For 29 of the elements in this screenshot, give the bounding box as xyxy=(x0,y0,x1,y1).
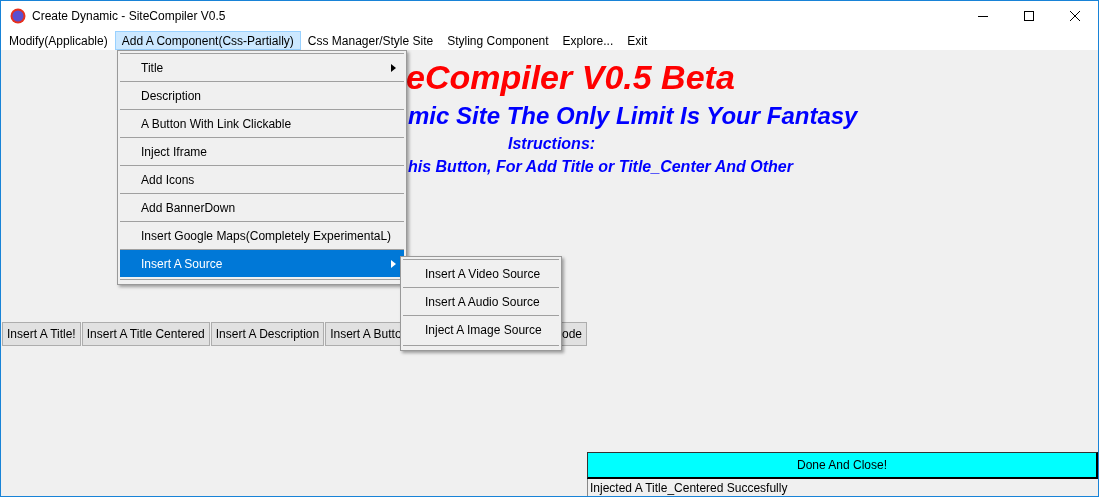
insert-button[interactable]: Insert A Title! xyxy=(2,322,81,346)
menu-item[interactable]: Add A Component(Css-Partially) xyxy=(114,31,301,50)
insert-button[interactable]: Insert A Description xyxy=(210,322,325,346)
menu-option[interactable]: Insert A Video Source xyxy=(403,259,559,287)
maximize-icon[interactable] xyxy=(1024,11,1034,21)
app-icon xyxy=(10,8,26,24)
tagline: mic Site The Only Limit Is Your Fantasy xyxy=(408,102,858,130)
app-heading: eCompiler V0.5 Beta xyxy=(406,58,735,96)
menu-option[interactable]: Description xyxy=(120,81,404,109)
instructions-label: Istructions: xyxy=(508,134,596,153)
menu-option[interactable]: Title xyxy=(120,53,404,81)
menu-option[interactable]: Insert A Source xyxy=(120,249,404,277)
status-bar: Injected A Title_Centered Succesfully xyxy=(587,479,1098,496)
menu-item[interactable]: Explore... xyxy=(555,31,621,50)
menu-item[interactable]: Css Manager/Style Site xyxy=(300,31,441,50)
insert-button[interactable]: Insert A Title Centered xyxy=(81,322,210,346)
instructions-text: his Button, For Add Title or Title_Center And Other xyxy=(408,157,793,176)
menu-item[interactable]: Modify(Applicable) xyxy=(2,31,115,50)
menu-option[interactable]: A Button With Link Clickable xyxy=(120,109,404,137)
close-icon[interactable] xyxy=(1070,11,1080,21)
menu-option[interactable]: Inject Iframe xyxy=(120,137,404,165)
window-title: Create Dynamic - SiteCompiler V0.5 xyxy=(32,9,227,23)
menu-option[interactable]: Add BannerDown xyxy=(120,193,404,221)
menu-option[interactable]: Inject A Image Source xyxy=(403,315,559,343)
menu-option[interactable]: Add Icons xyxy=(120,165,404,193)
done-button[interactable]: Done And Close! xyxy=(587,452,1098,479)
menu-item[interactable]: Exit xyxy=(620,31,655,50)
menu-item[interactable]: Styling Component xyxy=(440,31,556,50)
menu-option[interactable]: Insert A Audio Source xyxy=(403,287,559,315)
